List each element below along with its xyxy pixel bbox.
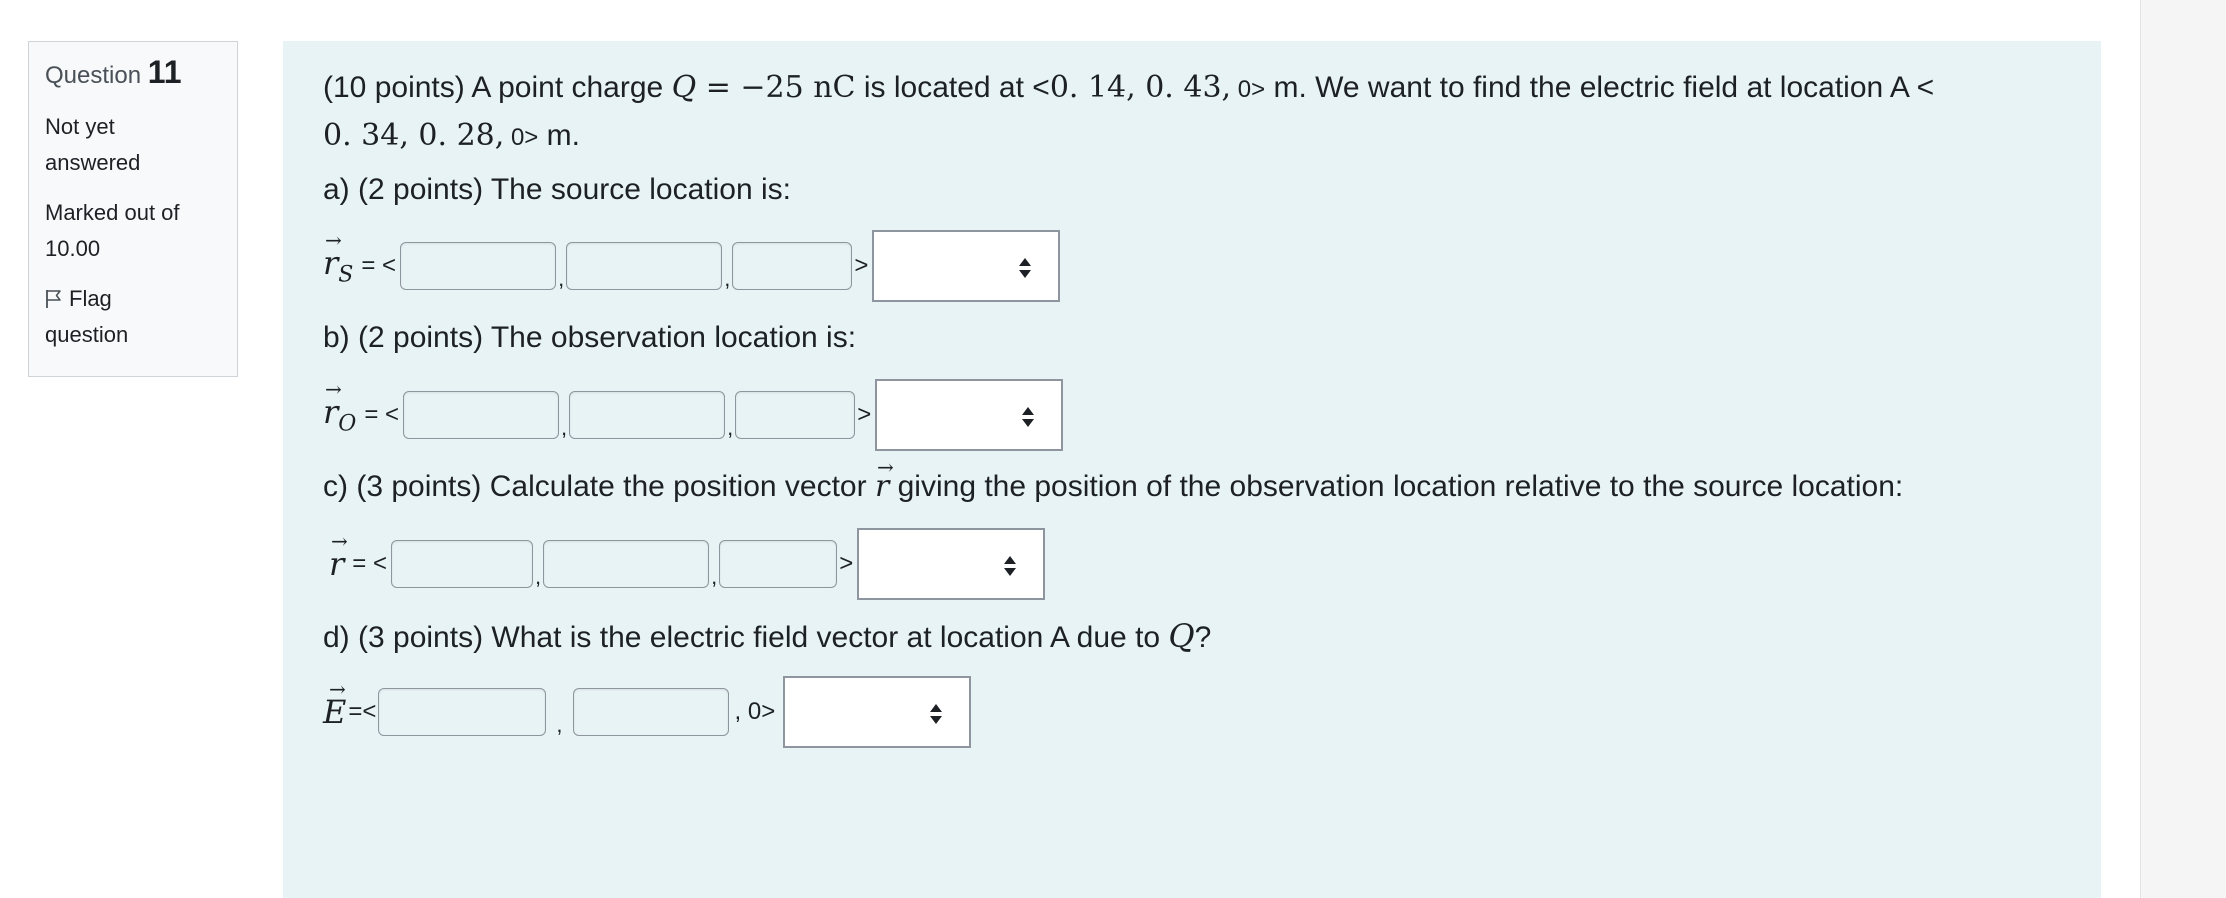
question-info-panel: Question 11 Not yet answered Marked out … <box>28 41 238 377</box>
question-text: (10 points) A point charge Q = −25 nC is… <box>323 70 1935 153</box>
flag-question-link[interactable]: Flag question <box>45 281 221 353</box>
sort-arrows-icon <box>930 704 943 724</box>
e-x-input[interactable] <box>378 688 547 736</box>
r-z-input[interactable] <box>719 540 838 588</box>
e-unit-select[interactable] <box>783 676 972 748</box>
part-d-answer-row: → E =< , , 0> <box>323 676 972 748</box>
observation-vector-symbol: → rO <box>323 377 357 437</box>
part-c-answer-row: → r = < , , > <box>323 528 1046 600</box>
r-x-input[interactable] <box>391 540 533 588</box>
question-state: Not yet answered <box>45 114 141 175</box>
question-number: Question 11 <box>45 54 182 90</box>
ro-x-input[interactable] <box>403 391 560 439</box>
r-y-input[interactable] <box>543 540 710 588</box>
sort-arrows-icon <box>1004 556 1017 576</box>
part-b-answer-row: → rO = < , , > <box>323 377 1064 451</box>
ro-z-input[interactable] <box>735 391 856 439</box>
question-grade: Marked out of 10.00 <box>45 200 180 261</box>
e-y-input[interactable] <box>572 688 729 736</box>
r-vector-symbol: → r <box>329 529 348 583</box>
r-unit-select[interactable] <box>857 528 1046 600</box>
sort-arrows-icon <box>1022 407 1035 427</box>
r-vector-inline: → r <box>874 455 894 504</box>
ro-unit-select[interactable] <box>875 379 1064 451</box>
ro-y-input[interactable] <box>569 391 726 439</box>
rs-z-input[interactable] <box>732 242 853 290</box>
question-content: (10 points) A point charge Q = −25 nC is… <box>283 41 2101 898</box>
e-vector-symbol: → E <box>323 677 347 731</box>
flag-icon <box>46 290 61 308</box>
source-vector-symbol: → rS <box>323 228 354 288</box>
rs-unit-select[interactable] <box>872 230 1061 302</box>
sort-arrows-icon <box>1019 258 1032 278</box>
part-a-label: a) (2 points) The source location is: <box>323 173 792 206</box>
part-c-label: c) (3 points) Calculate the position vec… <box>323 455 1904 504</box>
rs-y-input[interactable] <box>566 242 723 290</box>
rs-x-input[interactable] <box>400 242 557 290</box>
right-scroll-gutter <box>2140 0 2226 898</box>
part-d-label: d) (3 points) What is the electric field… <box>323 617 1212 655</box>
part-a-answer-row: → rS = < , , > <box>323 228 1061 302</box>
part-b-label: b) (2 points) The observation location i… <box>323 321 857 354</box>
